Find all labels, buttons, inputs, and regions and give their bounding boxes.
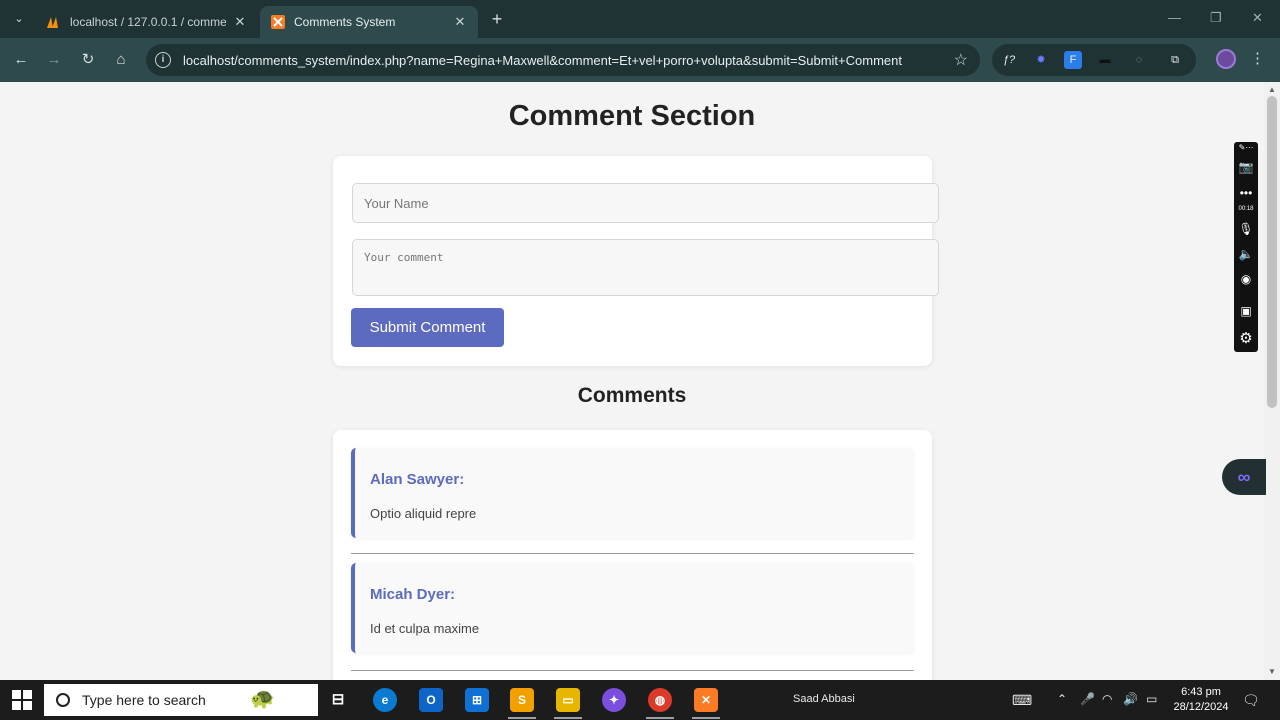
back-icon[interactable]: ← xyxy=(10,49,32,71)
forward-icon[interactable]: → xyxy=(43,49,65,71)
windows-taskbar: Type here to search 🐢 ⊟ e O ⊞ S ▭ ✦ ◍ ✕ … xyxy=(0,680,1280,720)
active-indicator xyxy=(646,717,674,719)
comment-divider xyxy=(351,670,914,671)
bookmark-star-icon[interactable]: ☆ xyxy=(954,50,968,70)
sync-extension-icon[interactable]: ◌ xyxy=(1130,51,1148,69)
chevron-up-icon[interactable]: ⌃ xyxy=(1057,692,1067,706)
webcam-icon[interactable]: ◉ xyxy=(1234,272,1258,286)
new-tab-button[interactable]: + xyxy=(486,8,508,30)
xampp-icon xyxy=(270,14,286,30)
window-close-icon[interactable]: ✕ xyxy=(1252,10,1263,26)
tab-search-icon[interactable]: ⌄ xyxy=(8,8,30,30)
taskbar-search[interactable]: Type here to search 🐢 xyxy=(44,684,318,716)
close-icon[interactable]: ✕ xyxy=(452,14,468,30)
address-bar[interactable]: i localhost/comments_system/index.php?na… xyxy=(146,44,980,76)
clock-time: 6:43 pm xyxy=(1181,686,1221,698)
active-indicator xyxy=(554,717,582,719)
comment-author: Micah Dyer: xyxy=(370,586,456,603)
form-extension-icon[interactable]: F xyxy=(1064,51,1082,69)
fx-extension-icon[interactable]: ƒ? xyxy=(1000,51,1018,69)
site-info-icon[interactable]: i xyxy=(155,52,171,68)
notifications-icon[interactable]: 🗨 xyxy=(1242,692,1260,709)
tab-label: localhost / 127.0.0.1 / comment xyxy=(70,15,226,29)
scroll-down-icon[interactable]: ▼ xyxy=(1268,667,1276,676)
reload-icon[interactable]: ↻ xyxy=(77,49,99,71)
taskbar-clock[interactable]: 6:43 pm 28/12/2024 xyxy=(1166,685,1236,715)
store-icon[interactable]: ⊞ xyxy=(465,688,489,712)
scroll-thumb[interactable] xyxy=(1267,96,1277,408)
url-text[interactable]: localhost/comments_system/index.php?name… xyxy=(183,53,943,68)
comments-heading: Comments xyxy=(577,384,687,407)
active-indicator xyxy=(508,717,536,719)
comment-text: Id et culpa maxime xyxy=(370,621,480,636)
chrome-icon[interactable]: ◍ xyxy=(648,688,672,712)
comment-author: Alan Sawyer: xyxy=(370,471,465,488)
page-viewport: Comment Section Submit Comment Comments … xyxy=(0,82,1264,680)
recorder-toolbar: ✎⋯ 📷 ••• 00:18 🎙 🔈 ◉ ▣ ⚙ xyxy=(1234,142,1258,352)
comment-text: Optio aliquid repre xyxy=(370,506,477,521)
taskbar-user: Saad Abbasi xyxy=(793,693,855,705)
task-view-icon[interactable]: ⊟ xyxy=(326,688,350,712)
mic-tray-icon[interactable]: 🎤 xyxy=(1080,692,1095,706)
browser-toolbar: ← → ↻ ⌂ i localhost/comments_system/inde… xyxy=(0,38,1280,82)
infinity-icon[interactable]: ∞ xyxy=(1222,459,1266,495)
tab-comments-system[interactable]: Comments System ✕ xyxy=(260,6,478,38)
volume-icon[interactable]: 🔊 xyxy=(1123,692,1138,706)
minimize-icon[interactable]: — xyxy=(1168,10,1181,25)
name-input[interactable] xyxy=(352,183,939,223)
outlook-icon[interactable]: O xyxy=(419,688,443,712)
close-icon[interactable]: ✕ xyxy=(232,14,248,30)
copilot-icon[interactable]: ✦ xyxy=(602,688,626,712)
windows-start-icon[interactable] xyxy=(12,690,32,710)
page-title: Comment Section xyxy=(508,100,756,132)
profile-avatar[interactable] xyxy=(1216,49,1236,69)
settings-gear-icon[interactable]: ⚙ xyxy=(1234,329,1258,347)
browser-tabstrip: ⌄ localhost / 127.0.0.1 / comment ✕ Comm… xyxy=(0,0,1280,38)
hat-extension-icon[interactable]: ▬ xyxy=(1096,51,1114,69)
speaker-icon[interactable]: 🔈 xyxy=(1234,247,1258,261)
comment-form: Submit Comment xyxy=(333,156,939,366)
more-dots-icon[interactable]: ••• xyxy=(1234,186,1258,200)
tab-phpmyadmin[interactable]: localhost / 127.0.0.1 / comment ✕ xyxy=(36,6,258,38)
search-placeholder: Type here to search xyxy=(82,692,206,708)
keyboard-icon[interactable]: ⌨ xyxy=(1012,692,1032,709)
maximize-icon[interactable]: ❐ xyxy=(1210,10,1222,26)
tab-label: Comments System xyxy=(294,15,396,29)
home-icon[interactable]: ⌂ xyxy=(110,49,132,71)
active-indicator xyxy=(692,717,720,719)
scroll-up-icon[interactable]: ▲ xyxy=(1268,85,1276,94)
clock-date: 28/12/2024 xyxy=(1173,701,1229,713)
search-icon xyxy=(56,693,70,707)
puzzle-icon[interactable]: ⧉ xyxy=(1166,51,1184,69)
comment-item: Alan Sawyer: Optio aliquid repre xyxy=(351,448,914,538)
turtle-icon: 🐢 xyxy=(250,688,275,710)
file-explorer-icon[interactable]: ▭ xyxy=(556,688,580,712)
edge-icon[interactable]: e xyxy=(373,688,397,712)
wifi-icon[interactable]: ◠ xyxy=(1102,692,1112,706)
recording-time: 00:18 xyxy=(1238,206,1254,212)
camera-icon[interactable]: 📷 xyxy=(1234,160,1258,174)
comments-list: Alan Sawyer: Optio aliquid repre Micah D… xyxy=(333,430,932,680)
page-scrollbar[interactable]: ▲ ▼ xyxy=(1264,82,1280,680)
xampp-taskbar-icon[interactable]: ✕ xyxy=(694,688,718,712)
window-icon[interactable]: ▣ xyxy=(1234,304,1258,318)
comment-divider xyxy=(351,553,914,554)
submit-comment-button[interactable]: Submit Comment xyxy=(351,308,504,347)
phpmyadmin-icon xyxy=(46,14,62,30)
comment-textarea[interactable] xyxy=(352,239,939,296)
microphone-icon[interactable]: 🎙 xyxy=(1234,222,1258,236)
gear-extension-icon[interactable]: ✸ xyxy=(1032,51,1050,69)
pin-icon[interactable]: ✎⋯ xyxy=(1234,143,1258,152)
sublime-icon[interactable]: S xyxy=(510,688,534,712)
comment-item: Micah Dyer: Id et culpa maxime xyxy=(351,563,914,653)
menu-dots-icon[interactable]: ⋮ xyxy=(1250,49,1265,67)
battery-icon[interactable]: ▭ xyxy=(1146,692,1157,706)
extensions-group: ƒ? ✸ F ▬ ◌ ⧉ xyxy=(992,44,1196,76)
